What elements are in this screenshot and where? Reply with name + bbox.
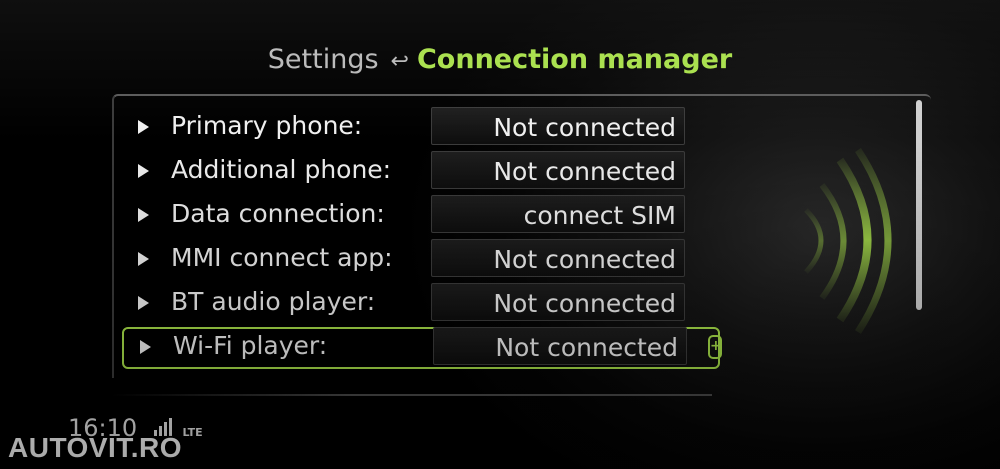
row-label: Wi-Fi player: [173,331,328,360]
row-label: Data connection: [171,199,385,228]
breadcrumb: Settings ↩ Connection manager [0,44,1000,75]
row-bt-audio-player[interactable]: BT audio player: Not connected [120,283,720,325]
expand-arrow-icon [138,252,149,266]
row-wifi-player[interactable]: Wi-Fi player: Not connected + [122,327,722,369]
row-label: Additional phone: [171,155,392,184]
row-label: Primary phone: [171,111,363,140]
row-status-value: connect SIM [431,195,685,233]
row-label: BT audio player: [171,287,376,316]
expand-arrow-icon [138,164,149,178]
row-status-value: Not connected [431,239,685,277]
network-type-label: LTE [182,426,203,439]
decorative-arc-graphic [804,148,892,334]
row-status-value: Not connected [431,151,685,189]
row-data-connection[interactable]: Data connection: connect SIM [120,195,720,237]
infotainment-screen: Settings ↩ Connection manager Primary phon… [0,0,1000,469]
row-additional-phone[interactable]: Additional phone: Not connected [120,151,720,193]
row-label: MMI connect app: [171,243,393,272]
back-arrow-icon[interactable]: ↩ [391,49,409,74]
breadcrumb-settings[interactable]: Settings [268,44,379,75]
watermark-logo: AUTOVIT.RO [8,432,183,463]
expand-arrow-icon [140,340,151,354]
row-status-value: Not connected [431,107,685,145]
expand-arrow-icon [138,120,149,134]
row-mmi-connect-app[interactable]: MMI connect app: Not connected [120,239,720,281]
row-primary-phone[interactable]: Primary phone: Not connected [120,107,720,149]
expand-arrow-icon [138,296,149,310]
divider [112,394,712,396]
row-status-value: Not connected [433,327,687,365]
expand-arrow-icon [138,208,149,222]
row-status-value: Not connected [431,283,685,321]
plus-icon[interactable]: + [708,335,722,359]
page-title: Connection manager [416,44,733,75]
